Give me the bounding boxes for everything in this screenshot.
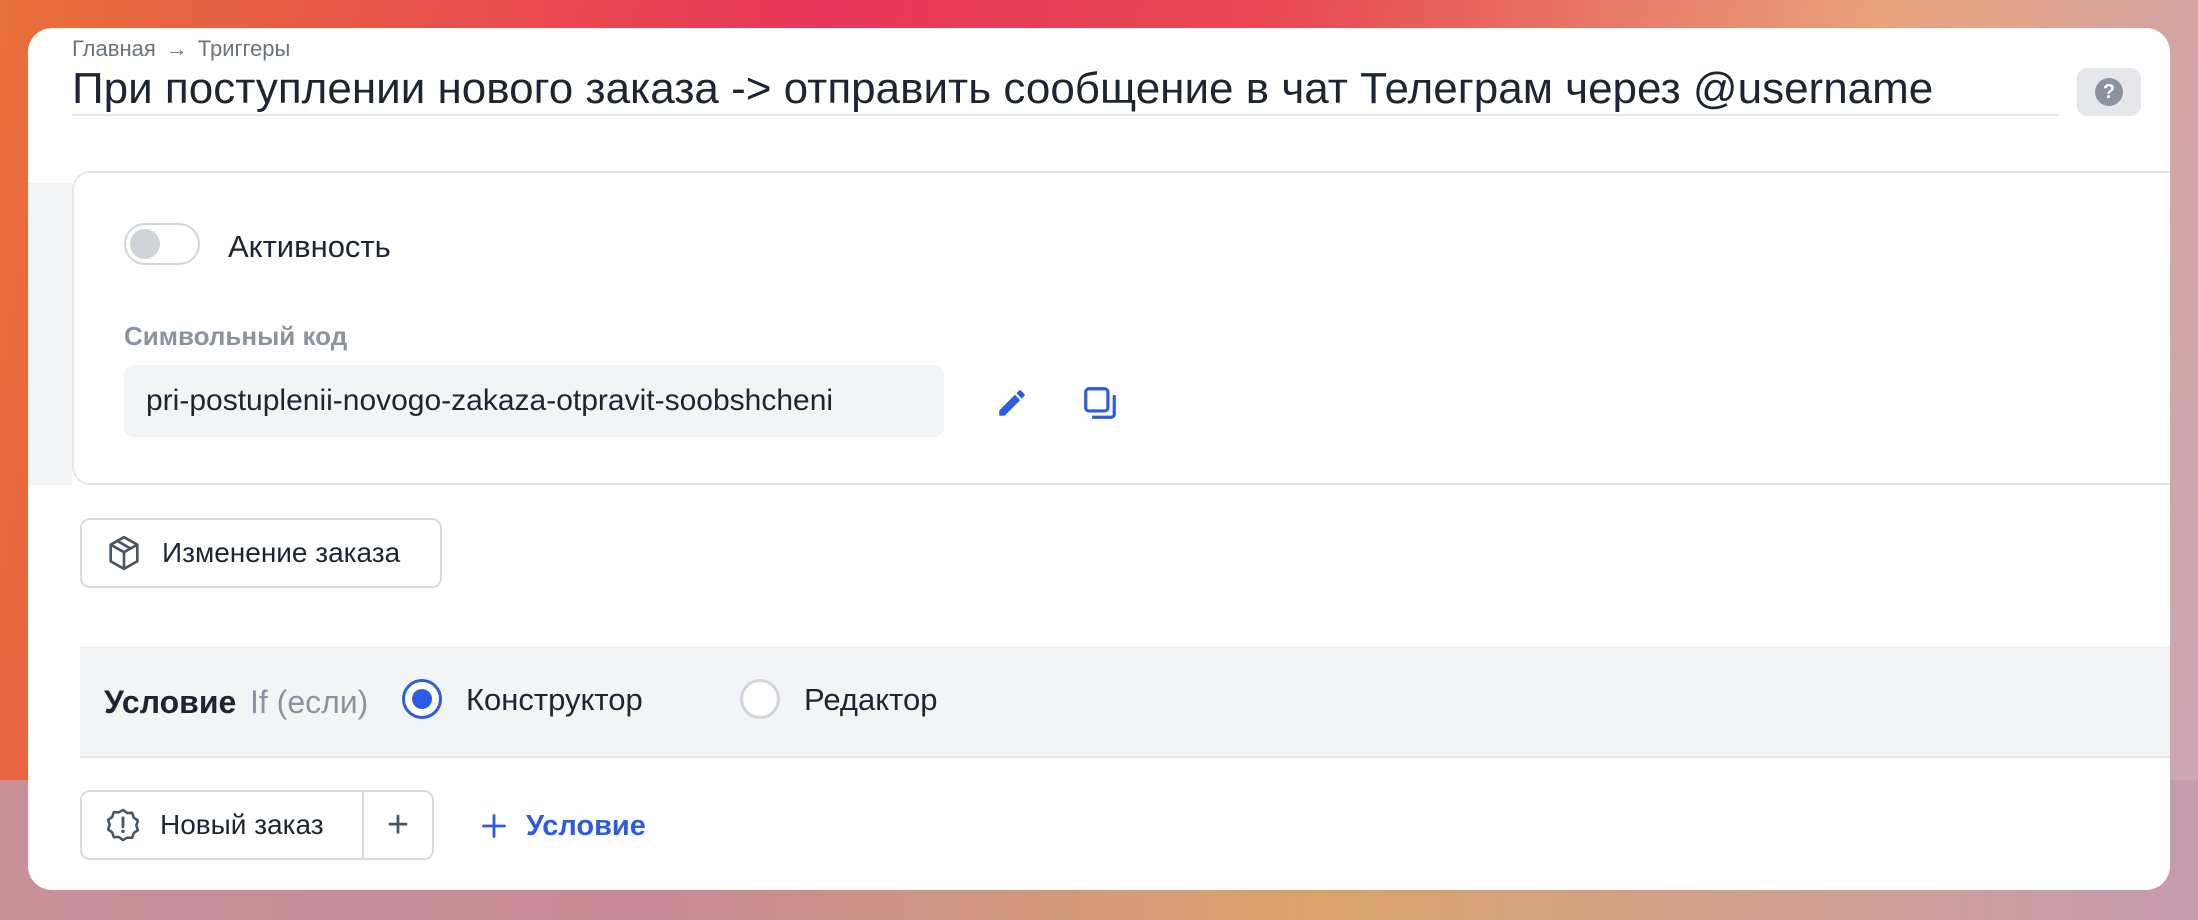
breadcrumb-current[interactable]: Триггеры [198,36,291,62]
alert-badge-icon [106,808,140,842]
help-button[interactable]: ? [2077,68,2141,116]
breadcrumb: Главная → Триггеры [72,36,290,62]
new-order-condition: Новый заказ + [80,790,434,860]
toggle-knob [130,229,160,259]
copy-code-button[interactable] [1078,381,1122,425]
radio-editor[interactable] [740,679,780,719]
left-strip [28,183,72,485]
add-condition-label: Условие [526,809,646,842]
plus-icon: + [386,803,410,846]
plus-icon [482,814,506,838]
activity-toggle[interactable] [124,223,200,265]
event-label: Изменение заказа [162,537,401,568]
condition-header: Условие If (если) Конструктор Редактор [80,646,2170,758]
activity-label: Активность [228,229,391,264]
code-field[interactable]: pri-postuplenii-novogo-zakaza-otpravit-s… [124,365,944,437]
condition-title: Условие [104,684,237,720]
question-icon: ? [2095,78,2123,106]
add-condition-button[interactable]: Условие [480,806,646,846]
radio-constructor[interactable] [402,679,442,719]
copy-icon [1084,387,1116,419]
radio-constructor-label[interactable]: Конструктор [466,682,643,718]
code-label: Символьный код [124,321,348,351]
breadcrumb-home-link[interactable]: Главная [72,36,156,62]
radio-editor-label[interactable]: Редактор [804,682,937,718]
new-order-button[interactable]: Новый заказ [82,792,364,858]
app-window: Главная → Триггеры При поступлении новог… [28,28,2170,890]
condition-subtitle: If (если) [250,684,369,720]
cube-icon [109,535,139,571]
event-order-change-button[interactable]: Изменение заказа [80,518,442,588]
edit-code-button[interactable] [992,383,1032,423]
add-to-new-order-button[interactable]: + [364,792,432,858]
breadcrumb-separator: → [165,36,188,61]
settings-card: Активность Символьный код pri-postupleni… [72,171,2170,485]
page-title[interactable]: При поступлении нового заказа -> отправи… [72,64,2059,116]
new-order-label: Новый заказ [160,809,324,840]
pencil-icon [999,390,1025,416]
